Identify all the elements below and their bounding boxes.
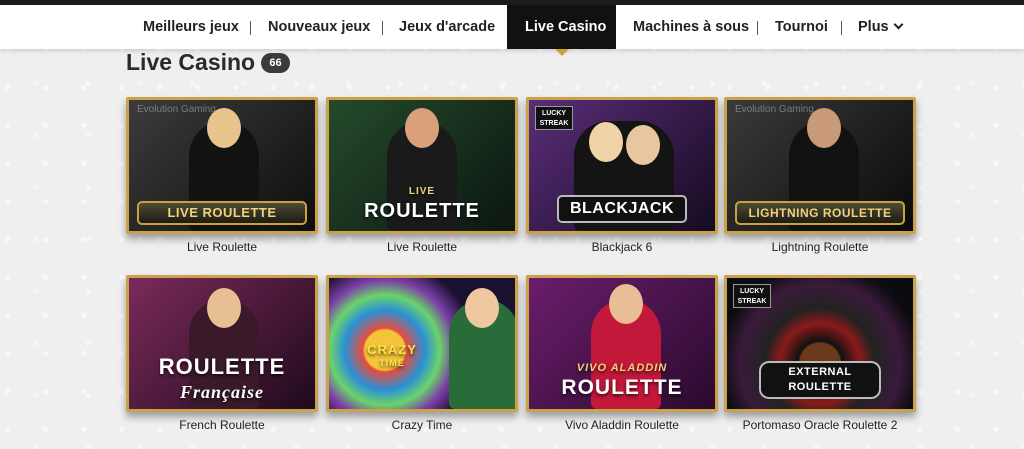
- dealer-head: [465, 288, 499, 328]
- game-name[interactable]: Vivo Aladdin Roulette: [526, 418, 718, 432]
- provider-badge: LUCKY STREAK: [535, 106, 573, 130]
- nav-plus-label: Plus: [858, 19, 889, 35]
- game-count-badge: 66: [261, 53, 290, 73]
- nav-item-nouveaux-jeux[interactable]: Nouveaux jeux: [268, 5, 370, 49]
- provider-watermark: Evolution Gaming: [735, 104, 814, 115]
- provider-badge: LUCKY STREAK: [733, 284, 771, 308]
- game-logo-subtitle: TIME: [379, 358, 405, 368]
- game-logo-subtitle: Française: [179, 382, 264, 402]
- chevron-down-icon: [893, 19, 904, 30]
- nav-separator: [382, 21, 383, 35]
- game-logo: ROULETTE: [158, 354, 286, 379]
- game-card[interactable]: LUCKY STREAK BLACKJACK Blackjack 6: [526, 97, 718, 254]
- game-logo: ROULETTE: [364, 200, 480, 222]
- game-name[interactable]: French Roulette: [126, 418, 318, 432]
- game-card[interactable]: ROULETTE Française French Roulette: [126, 275, 318, 432]
- dealer-head: [207, 108, 241, 148]
- game-logo-banner: LIGHTNING ROULETTE: [735, 201, 905, 225]
- game-logo: ROULETTE: [561, 376, 683, 399]
- game-card[interactable]: LUCKY STREAK EXTERNAL ROULETTE Portomaso…: [724, 275, 916, 432]
- nav-separator: [250, 21, 251, 35]
- nav-item-plus[interactable]: Plus: [858, 5, 904, 49]
- game-logo-banner: BLACKJACK: [557, 195, 687, 223]
- game-thumbnail[interactable]: LIVE ROULETTE: [326, 97, 518, 234]
- game-thumbnail[interactable]: CRAZY TIME: [326, 275, 518, 412]
- game-card[interactable]: Evolution Gaming LIGHTNING ROULETTE Ligh…: [724, 97, 916, 254]
- game-logo-banner: EXTERNAL ROULETTE: [759, 361, 881, 399]
- dealer-head: [589, 122, 623, 162]
- game-thumbnail[interactable]: Evolution Gaming LIGHTNING ROULETTE: [724, 97, 916, 234]
- game-thumbnail[interactable]: VIVO ALADDIN ROULETTE: [526, 275, 718, 412]
- game-name[interactable]: Lightning Roulette: [724, 240, 916, 254]
- nav-separator: [841, 21, 842, 35]
- game-thumbnail[interactable]: LUCKY STREAK BLACKJACK: [526, 97, 718, 234]
- nav-item-machines-a-sous[interactable]: Machines à sous: [633, 5, 749, 49]
- game-name[interactable]: Portomaso Oracle Roulette 2: [724, 418, 916, 432]
- nav-item-meilleurs-jeux[interactable]: Meilleurs jeux: [143, 5, 239, 49]
- game-logo-banner: LIVE ROULETTE: [137, 201, 307, 225]
- game-card[interactable]: Evolution Gaming LIVE ROULETTE Live Roul…: [126, 97, 318, 254]
- page-title: Live Casino: [126, 49, 256, 75]
- nav-item-live-casino[interactable]: Live Casino: [507, 5, 616, 56]
- game-thumbnail[interactable]: ROULETTE Française: [126, 275, 318, 412]
- game-card[interactable]: VIVO ALADDIN ROULETTE Vivo Aladdin Roule…: [526, 275, 718, 432]
- game-logo-subtitle: LIVE: [408, 186, 436, 197]
- game-name[interactable]: Crazy Time: [326, 418, 518, 432]
- game-name[interactable]: Live Roulette: [126, 240, 318, 254]
- nav-item-tournoi[interactable]: Tournoi: [775, 5, 828, 49]
- game-thumbnail[interactable]: LUCKY STREAK EXTERNAL ROULETTE: [724, 275, 916, 412]
- dealer-head: [207, 288, 241, 328]
- nav-separator: [757, 21, 758, 35]
- dealer-head: [807, 108, 841, 148]
- game-logo: CRAZY: [367, 342, 417, 357]
- game-card[interactable]: CRAZY TIME Crazy Time: [326, 275, 518, 432]
- game-thumbnail[interactable]: Evolution Gaming LIVE ROULETTE: [126, 97, 318, 234]
- game-name[interactable]: Live Roulette: [326, 240, 518, 254]
- game-logo-subtitle: VIVO ALADDIN: [576, 362, 668, 374]
- category-nav: Meilleurs jeux Nouveaux jeux Jeux d'arca…: [0, 5, 1024, 56]
- game-name[interactable]: Blackjack 6: [526, 240, 718, 254]
- game-card[interactable]: LIVE ROULETTE Live Roulette: [326, 97, 518, 254]
- dealer-head: [405, 108, 439, 148]
- nav-item-jeux-arcade[interactable]: Jeux d'arcade: [399, 5, 495, 49]
- dealer-head: [626, 125, 660, 165]
- dealer-head: [609, 284, 643, 324]
- provider-watermark: Evolution Gaming: [137, 104, 216, 115]
